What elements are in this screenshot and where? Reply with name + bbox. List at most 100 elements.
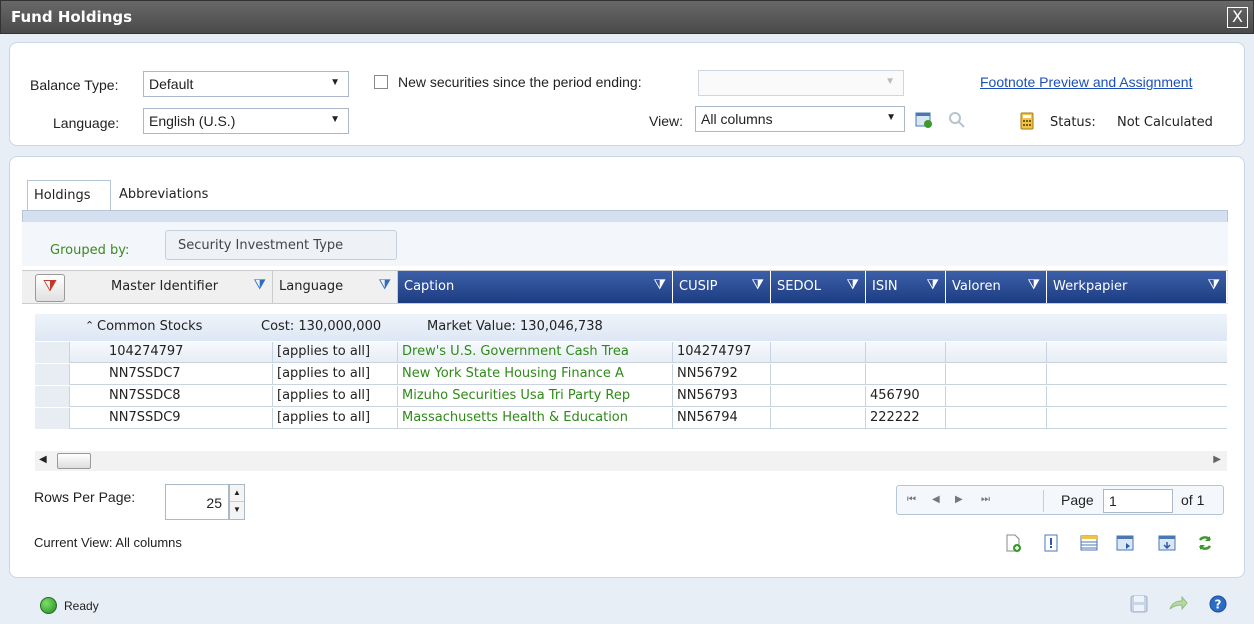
prev-page-icon[interactable]: ◀ — [932, 494, 940, 505]
group-chip[interactable]: Security Investment Type — [165, 230, 397, 260]
col-language[interactable]: Language ⧩ — [273, 271, 398, 303]
cell-isin: 456790 — [866, 386, 946, 407]
row-selector[interactable] — [35, 364, 70, 385]
col-sedol[interactable]: SEDOL ⧩ — [771, 271, 866, 303]
page-label: Page — [1061, 492, 1094, 508]
col-label: Caption — [404, 279, 455, 294]
row-selector[interactable] — [35, 386, 70, 407]
import-table-icon[interactable] — [1158, 534, 1176, 552]
filter-icon[interactable]: ⧩ — [254, 277, 267, 293]
table-row[interactable]: NN7SSDC9 [applies to all] Massachusetts … — [35, 408, 1227, 429]
cell-cusip: NN56793 — [673, 386, 771, 407]
last-page-icon[interactable]: ⏭ — [981, 494, 990, 505]
col-valoren[interactable]: Valoren ⧩ — [946, 271, 1047, 303]
save-icon[interactable] — [1130, 595, 1148, 613]
status-value: Not Calculated — [1117, 115, 1213, 130]
status-ok-icon — [40, 597, 57, 614]
table-row[interactable]: NN7SSDC7 [applies to all] New York State… — [35, 364, 1227, 385]
search-icon[interactable] — [948, 111, 966, 129]
col-caption[interactable]: Caption ⧩ — [398, 271, 673, 303]
help-icon[interactable]: ? — [1209, 595, 1227, 613]
view-settings-icon[interactable] — [915, 111, 933, 129]
filter-icon[interactable]: ⧩ — [752, 277, 765, 293]
group-row[interactable]: ⌃ Common Stocks Cost: 130,000,000 Market… — [35, 314, 1227, 341]
language-select[interactable]: English (U.S.) ▼ — [143, 108, 349, 134]
alert-document-icon[interactable] — [1042, 534, 1060, 552]
col-cusip[interactable]: CUSIP ⧩ — [673, 271, 771, 303]
col-werkpapier[interactable]: Werkpapier ⧩ — [1047, 271, 1227, 303]
scroll-left-icon[interactable]: ◀ — [39, 454, 47, 465]
svg-text:?: ? — [1215, 598, 1222, 612]
rows-per-page-value: 25 — [206, 495, 222, 511]
filter-icon[interactable]: ⧩ — [927, 277, 940, 293]
cell-language: [applies to all] — [273, 364, 398, 385]
new-securities-label: New securities since the period ending: — [398, 74, 642, 90]
tab-abbreviations[interactable]: Abbreviations — [113, 180, 223, 210]
export-table-icon[interactable] — [1116, 534, 1134, 552]
col-master-identifier[interactable]: Master Identifier ⧩ — [105, 271, 273, 303]
clear-filter-icon[interactable]: ⧩ — [35, 274, 65, 302]
refresh-icon[interactable] — [1196, 534, 1214, 552]
cell-sedol — [771, 364, 866, 385]
stepper-down-icon[interactable]: ▼ — [230, 502, 244, 514]
cell-werkpapier — [1047, 364, 1227, 385]
col-label: CUSIP — [679, 279, 718, 294]
col-label: Werkpapier — [1053, 279, 1128, 294]
balance-type-value: Default — [149, 76, 194, 92]
add-document-icon[interactable] — [1004, 534, 1022, 552]
cell-isin — [866, 342, 946, 363]
tab-holdings-label: Holdings — [34, 188, 91, 203]
col-isin[interactable]: ISIN ⧩ — [866, 271, 946, 303]
period-ending-select[interactable]: ▼ — [698, 70, 904, 96]
calculator-icon[interactable] — [1019, 112, 1037, 130]
close-icon[interactable]: X — [1227, 7, 1248, 28]
cell-isin: 222222 — [866, 408, 946, 429]
group-cost: Cost: 130,000,000 — [261, 319, 382, 334]
horizontal-scrollbar[interactable]: ◀ ▶ — [35, 451, 1227, 471]
rows-per-page-stepper[interactable]: ▲ ▼ — [229, 484, 245, 520]
filter-icon[interactable]: ⧩ — [847, 277, 860, 293]
view-select[interactable]: All columns ▼ — [695, 106, 905, 132]
filter-icon[interactable]: ⧩ — [1028, 277, 1041, 293]
new-securities-checkbox[interactable] — [374, 75, 388, 89]
rows-per-page-input[interactable]: 25 — [165, 484, 229, 520]
table-row[interactable]: 104274797 [applies to all] Drew's U.S. G… — [35, 342, 1227, 363]
page-of-text: of 1 — [1181, 492, 1205, 508]
footnote-preview-link[interactable]: Footnote Preview and Assignment — [980, 74, 1192, 90]
cell-cusip: NN56794 — [673, 408, 771, 429]
current-view-text: Current View: All columns — [34, 535, 182, 550]
cell-caption: Mizuho Securities Usa Tri Party Rep — [398, 386, 673, 407]
table-icon[interactable] — [1080, 534, 1098, 552]
chevron-down-icon: ▼ — [885, 76, 895, 87]
filter-icon[interactable]: ⧩ — [654, 277, 667, 293]
stepper-up-icon[interactable]: ▲ — [230, 485, 244, 502]
next-page-icon[interactable]: ▶ — [955, 494, 963, 505]
cell-caption: New York State Housing Finance A — [398, 364, 673, 385]
cell-valoren — [946, 408, 1047, 429]
cell-sedol — [771, 386, 866, 407]
row-selector[interactable] — [35, 408, 70, 429]
page-input-value: 1 — [1109, 493, 1117, 509]
cell-werkpapier — [1047, 386, 1227, 407]
row-selector[interactable] — [35, 342, 70, 363]
scroll-right-icon[interactable]: ▶ — [1213, 454, 1221, 465]
col-label: ISIN — [872, 279, 898, 294]
tab-holdings[interactable]: Holdings — [27, 180, 111, 210]
col-label: SEDOL — [777, 279, 821, 294]
collapse-icon[interactable]: ⌃ — [85, 319, 94, 332]
balance-type-select[interactable]: Default ▼ — [143, 71, 349, 97]
page-input[interactable]: 1 — [1103, 489, 1173, 513]
group-name: Common Stocks — [97, 319, 203, 334]
chevron-down-icon: ▼ — [886, 112, 896, 123]
cell-cusip: NN56792 — [673, 364, 771, 385]
pager: ⏮ ◀ ▶ ⏭ Page 1 of 1 — [896, 485, 1224, 515]
window-titlebar: Fund Holdings X — [0, 0, 1254, 34]
filter-icon[interactable]: ⧩ — [379, 277, 392, 293]
first-page-icon[interactable]: ⏮ — [907, 494, 916, 505]
col-label: Valoren — [952, 279, 1001, 294]
table-row[interactable]: NN7SSDC8 [applies to all] Mizuho Securit… — [35, 386, 1227, 407]
scroll-thumb[interactable] — [57, 453, 91, 469]
forward-icon[interactable] — [1168, 595, 1188, 613]
filter-icon[interactable]: ⧩ — [1208, 277, 1221, 293]
cell-isin — [866, 364, 946, 385]
